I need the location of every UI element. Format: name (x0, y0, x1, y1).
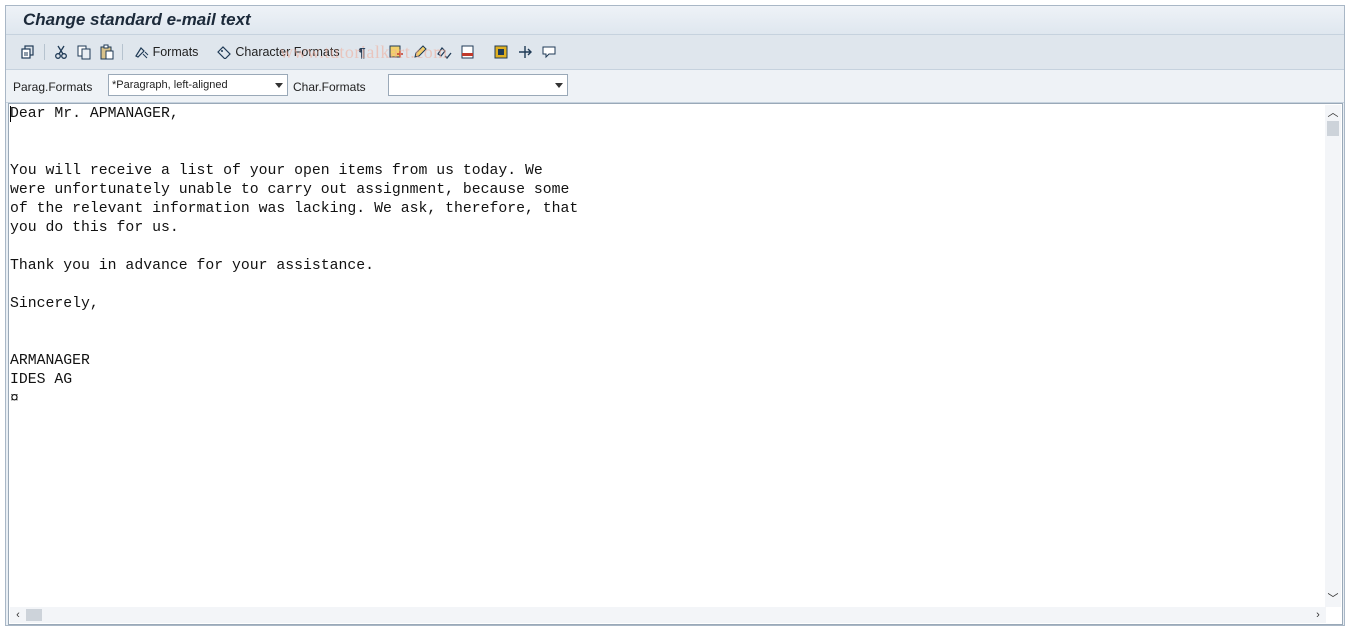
speech-bubble-icon[interactable] (540, 42, 558, 62)
char-formats-label: Char.Formats (293, 80, 366, 94)
paragraph-mark-icon[interactable]: ¶ (355, 42, 369, 62)
page-title: Change standard e-mail text (23, 10, 251, 29)
scroll-up-icon[interactable]: ︿ (1325, 105, 1341, 121)
vertical-scrollbar[interactable]: ︿ ﹀ (1325, 105, 1341, 607)
scroll-left-icon[interactable]: ‹ (10, 607, 26, 623)
vertical-scroll-thumb[interactable] (1327, 121, 1339, 136)
chevron-down-icon (555, 83, 563, 88)
delete-line-icon[interactable] (459, 42, 477, 62)
parag-formats-label: Parag.Formats (13, 80, 93, 94)
text-cursor (10, 106, 11, 122)
parag-formats-select[interactable]: *Paragraph, left-aligned (108, 74, 288, 96)
editor-line[interactable] (10, 143, 1326, 162)
editor-line[interactable] (10, 333, 1326, 352)
editor-line[interactable] (10, 124, 1326, 143)
move-icon[interactable] (516, 42, 534, 62)
insert-symbol-icon[interactable] (492, 42, 510, 62)
character-formats-label: Character Formats (235, 45, 340, 59)
editor-line[interactable] (10, 314, 1326, 333)
editor-line[interactable]: Thank you in advance for your assistance… (10, 257, 1326, 276)
edit-pencil-icon[interactable] (411, 42, 429, 62)
cut-icon[interactable] (52, 42, 70, 62)
separator (122, 44, 123, 60)
char-formats-select[interactable] (388, 74, 568, 96)
chevron-down-icon (275, 83, 283, 88)
separator (44, 44, 45, 60)
parag-formats-value: *Paragraph, left-aligned (112, 79, 228, 91)
scroll-right-icon[interactable]: › (1310, 607, 1326, 623)
text-editor[interactable]: Dear Mr. APMANAGER, You will receive a li… (8, 103, 1343, 625)
formats-label: Formats (152, 45, 199, 59)
character-formats-button[interactable]: Character Formats (215, 42, 341, 62)
insert-command-icon[interactable] (387, 42, 405, 62)
editor-line[interactable]: IDES AG (10, 371, 1326, 390)
paste-icon[interactable] (98, 42, 116, 62)
editor-text-area[interactable]: Dear Mr. APMANAGER, You will receive a li… (10, 105, 1326, 607)
toolbar: Formats Character Formats ¶ www.tutorial… (6, 35, 1344, 70)
formats-button[interactable]: Formats (130, 42, 202, 62)
editor-line[interactable]: Dear Mr. APMANAGER, (10, 105, 1326, 124)
horizontal-scrollbar[interactable]: ‹ › (10, 607, 1326, 623)
copy-icon[interactable] (75, 42, 93, 62)
editor-line[interactable]: ¤ (10, 390, 1326, 409)
title-bar: Change standard e-mail text (6, 6, 1344, 35)
editor-line[interactable]: you do this for us. (10, 219, 1326, 238)
editor-line[interactable]: Sincerely, (10, 295, 1326, 314)
window-frame: Change standard e-mail text Formats Char… (5, 5, 1345, 626)
editor-line[interactable] (10, 276, 1326, 295)
editor-line[interactable]: were unfortunately unable to carry out a… (10, 181, 1326, 200)
format-bar: Parag.Formats *Paragraph, left-aligned C… (6, 70, 1344, 103)
editor-line[interactable]: of the relevant information was lacking.… (10, 200, 1326, 219)
character-format-icon (217, 46, 232, 59)
editor-line[interactable] (10, 238, 1326, 257)
format-brush-icon (134, 47, 148, 59)
refresh-icon[interactable] (19, 42, 37, 62)
scroll-down-icon[interactable]: ﹀ (1325, 591, 1341, 607)
editor-line[interactable]: ARMANAGER (10, 352, 1326, 371)
editor-line[interactable]: You will receive a list of your open ite… (10, 162, 1326, 181)
horizontal-scroll-thumb[interactable] (26, 609, 42, 621)
spell-check-icon[interactable] (435, 42, 453, 62)
